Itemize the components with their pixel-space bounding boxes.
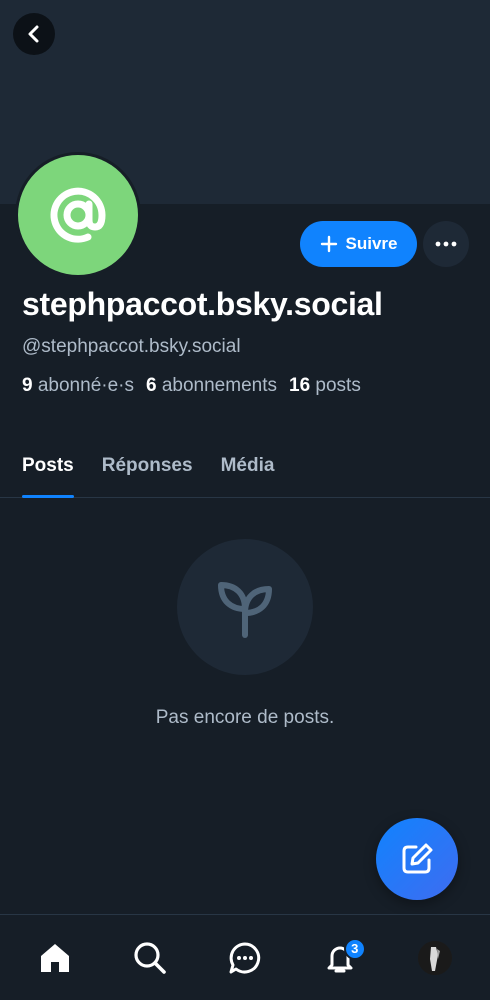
bottom-navigation: 3 <box>0 914 490 1000</box>
tab-replies[interactable]: Réponses <box>102 446 193 498</box>
at-sign-icon <box>50 187 106 243</box>
more-options-button[interactable] <box>423 221 469 267</box>
following-label: abonnements <box>161 375 277 396</box>
nav-search[interactable] <box>118 926 182 990</box>
empty-state-illustration <box>177 539 313 675</box>
posts-stat: 16 posts <box>289 375 361 397</box>
home-icon <box>41 943 70 972</box>
nav-home[interactable] <box>23 926 87 990</box>
search-icon <box>134 941 166 974</box>
nav-profile[interactable] <box>403 926 467 990</box>
compose-button[interactable] <box>376 818 458 900</box>
followers-stat[interactable]: 9 abonné·e·s <box>22 375 134 397</box>
profile-stats: 9 abonné·e·s 6 abonnements 16 posts <box>22 375 361 397</box>
sprout-icon <box>218 582 272 638</box>
nav-chat[interactable] <box>213 926 277 990</box>
tab-media[interactable]: Média <box>221 446 275 498</box>
followers-label: abonné·e·s <box>37 375 134 396</box>
follow-button-label: Suivre <box>345 234 398 253</box>
compose-icon <box>402 843 433 874</box>
ellipsis-icon <box>435 241 457 247</box>
avatar-circle <box>18 155 138 275</box>
profile-display-name: stephpaccot.bsky.social <box>22 286 383 322</box>
tab-posts[interactable]: Posts <box>22 446 74 498</box>
nav-notifications[interactable]: 3 <box>308 926 372 990</box>
empty-state-text: Pas encore de posts. <box>155 707 335 728</box>
profile-tabs: Posts Réponses Média <box>0 446 490 498</box>
posts-count: 16 <box>289 375 311 396</box>
user-avatar <box>417 940 452 975</box>
profile-avatar[interactable] <box>15 152 141 278</box>
following-stat[interactable]: 6 abonnements <box>146 375 277 397</box>
posts-label: posts <box>315 375 361 396</box>
chevron-left-icon <box>28 25 39 43</box>
back-button[interactable] <box>13 13 55 55</box>
user-avatar-image <box>417 940 452 975</box>
notification-badge: 3 <box>343 937 366 960</box>
profile-handle: @stephpaccot.bsky.social <box>22 336 241 357</box>
chat-icon <box>229 942 261 973</box>
followers-count: 9 <box>22 375 33 396</box>
plus-icon <box>320 235 337 253</box>
follow-button[interactable]: Suivre <box>300 221 417 267</box>
following-count: 6 <box>145 375 157 396</box>
